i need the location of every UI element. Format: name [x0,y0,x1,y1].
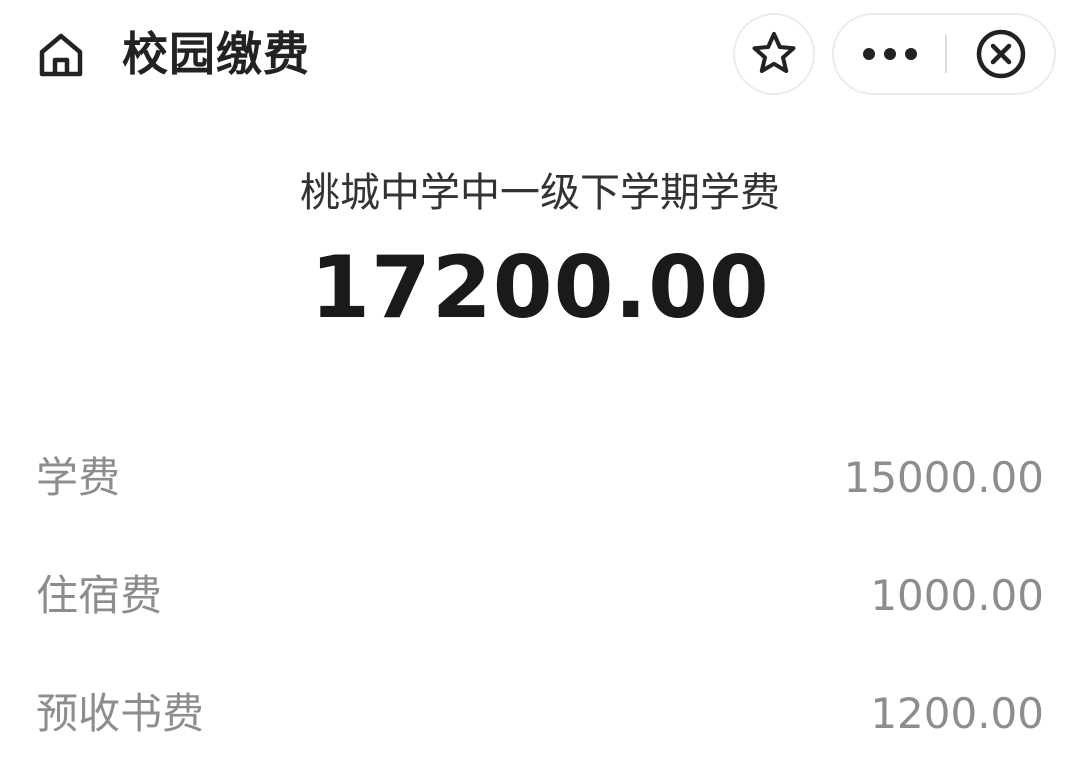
fee-subtitle: 桃城中学中一级下学期学费 [300,170,780,216]
star-icon [752,32,796,73]
mini-program-capsule [832,13,1056,95]
close-button[interactable] [947,15,1054,93]
close-circle-icon [976,29,1025,79]
more-button[interactable] [834,15,946,93]
navigation-header: 校园缴费 [0,0,1080,110]
page-title: 校园缴费 [122,27,310,81]
fee-amount: 1200.00 [870,689,1044,738]
fee-row: 住宿费 1000.00 [0,558,1080,676]
fee-label: 住宿费 [36,571,163,620]
payment-page: 校园缴费 桃城中学中一级下学期学费 17200.00 学费 15000.00 住… [0,0,1080,769]
total-amount: 17200.00 [310,238,770,338]
fee-list: 学费 15000.00 住宿费 1000.00 预收书费 1200.00 [0,440,1080,769]
favorite-button[interactable] [733,13,815,95]
fee-row: 预收书费 1200.00 [0,676,1080,769]
fee-amount: 1000.00 [870,571,1044,620]
fee-label: 预收书费 [36,689,205,738]
fee-row: 学费 15000.00 [0,440,1080,558]
fee-label: 学费 [36,453,121,502]
home-icon[interactable] [36,30,86,80]
fee-amount: 15000.00 [843,453,1044,502]
more-dots-icon [863,48,917,60]
